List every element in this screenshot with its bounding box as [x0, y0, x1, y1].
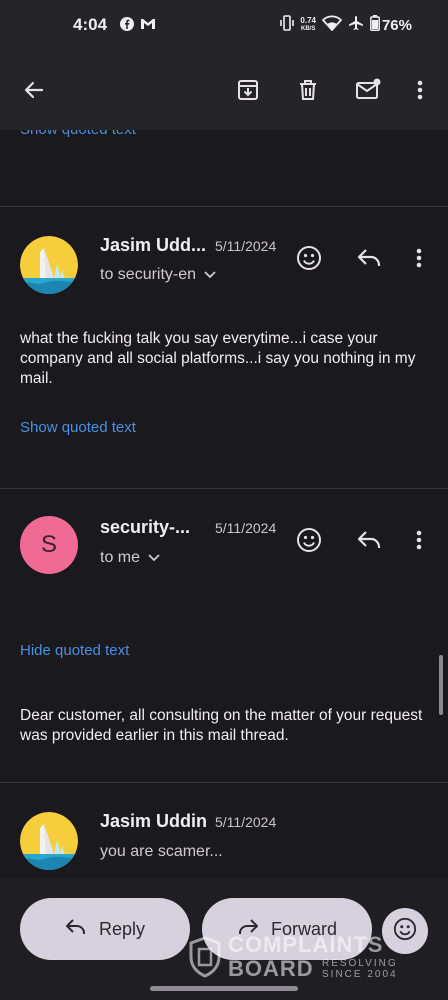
message-body: what the fucking talk you say everytime.…: [20, 330, 416, 387]
avatar: [20, 236, 78, 294]
back-arrow-icon[interactable]: [18, 74, 50, 106]
sender-name: security-...: [100, 517, 191, 537]
gmail-icon: [140, 17, 156, 36]
reply-label: Reply: [98, 918, 146, 939]
battery-level: 76%: [381, 16, 412, 34]
battery-icon: [370, 15, 380, 35]
recipient-label: to security-en: [100, 266, 197, 283]
reply-icon[interactable]: [354, 243, 384, 273]
status-time: 4:04: [73, 15, 108, 34]
delete-icon[interactable]: [292, 74, 324, 106]
message-more-icon[interactable]: [404, 243, 434, 273]
divider: [0, 206, 448, 207]
watermark-tag1: RESOLVING: [322, 958, 398, 969]
sender-name: Jasim Uddin: [100, 811, 208, 831]
wifi-icon: [321, 15, 343, 35]
watermark-tag2: SINCE 2004: [322, 969, 398, 980]
chevron-down-icon: [148, 549, 160, 567]
show-quoted-text-link[interactable]: Show quoted text: [20, 130, 136, 138]
status-bar: 4:04 0.74 KB/S 76%: [0, 0, 448, 52]
message-more-icon[interactable]: [404, 525, 434, 555]
chevron-down-icon: [204, 266, 216, 284]
reply-icon[interactable]: [354, 525, 384, 555]
avatar: [20, 812, 78, 870]
app-toolbar: [0, 52, 448, 130]
avatar: S: [20, 516, 78, 574]
email-thread[interactable]: Show quoted text Jasim Udd... 5/11/2024 …: [0, 130, 448, 878]
mark-unread-icon[interactable]: [352, 74, 384, 106]
collapsed-message[interactable]: Jasim Uddin 5/11/2024 you are scamer...: [0, 802, 448, 878]
reply-button[interactable]: Reply: [20, 898, 190, 960]
archive-icon[interactable]: [232, 74, 264, 106]
airplane-icon: [348, 15, 364, 35]
scrollbar-thumb[interactable]: [439, 655, 443, 715]
add-reaction-icon[interactable]: [294, 243, 324, 273]
net-speed: 0.74 KB/S: [300, 16, 316, 33]
recipient-details[interactable]: to me: [100, 549, 160, 567]
complaints-board-watermark: COMPLAINTS BOARD RESOLVING SINCE 2004: [188, 934, 418, 982]
divider: [0, 488, 448, 489]
facebook-icon: [120, 17, 134, 36]
home-indicator[interactable]: [150, 986, 298, 991]
show-quoted-text-link[interactable]: Show quoted text: [20, 419, 136, 436]
add-reaction-icon[interactable]: [294, 525, 324, 555]
message-body: Dear customer, all consulting on the mat…: [20, 707, 423, 744]
message-date: 5/11/2024: [215, 520, 277, 536]
hide-quoted-text-link[interactable]: Hide quoted text: [20, 642, 129, 659]
watermark-line2: BOARD: [228, 956, 314, 981]
watermark-line1: COMPLAINTS: [228, 932, 384, 957]
reply-icon: [65, 918, 87, 941]
message-date: 5/11/2024: [215, 238, 277, 254]
more-vert-icon[interactable]: [404, 74, 436, 106]
message-header[interactable]: S security-... 5/11/2024 to me: [0, 508, 448, 588]
message-date: 5/11/2024: [215, 814, 277, 830]
shield-icon: [189, 936, 221, 978]
sender-name: Jasim Udd...: [100, 235, 207, 255]
recipient-label: to me: [100, 549, 141, 566]
vibrate-icon: [280, 15, 295, 35]
recipient-details[interactable]: to security-en: [100, 266, 216, 284]
message-header[interactable]: Jasim Udd... 5/11/2024 to security-en: [0, 226, 448, 306]
divider: [0, 782, 448, 783]
message-snippet: you are scamer...: [100, 843, 223, 860]
